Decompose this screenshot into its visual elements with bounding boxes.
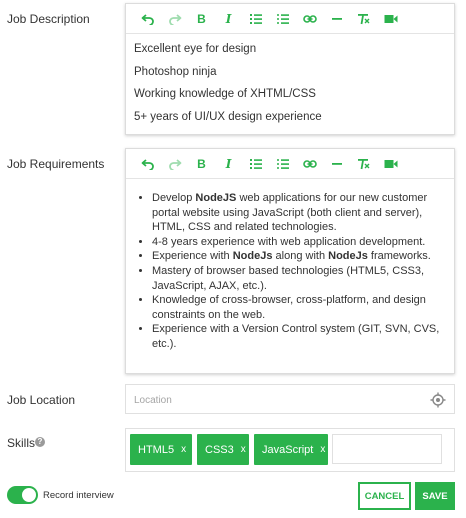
job-requirements-editor[interactable]: B I Develop NodeJS web applications for … [125, 148, 455, 374]
job-location-label: Job Location [7, 393, 76, 407]
ordered-list-icon[interactable] [242, 153, 269, 175]
italic-icon[interactable]: I [215, 153, 242, 175]
locate-icon[interactable] [430, 392, 446, 408]
requirement-item: 4-8 years experience with web applicatio… [152, 235, 444, 250]
remove-skill-icon[interactable]: x [241, 444, 246, 455]
requirements-list: Develop NodeJS web applications for our … [136, 191, 444, 352]
bold-icon[interactable]: B [188, 8, 215, 30]
editor-toolbar: B I [126, 4, 454, 34]
requirement-text: Experience with a Version Control system… [152, 323, 440, 350]
requirement-bold-text: NodeJS [195, 192, 237, 204]
requirement-bold-text: NodeJs [328, 250, 368, 263]
bullet-list-icon[interactable] [269, 153, 296, 175]
redo-icon[interactable] [161, 8, 188, 30]
job-requirements-label: Job Requirements [7, 157, 105, 171]
requirement-item: Experience with NodeJs along with NodeJs… [152, 249, 444, 264]
location-field-container [125, 384, 455, 415]
requirement-bold-text: NodeJs [232, 250, 273, 263]
undo-icon[interactable] [134, 153, 161, 175]
requirement-text: Mastery of browser based technologies (H… [152, 264, 425, 292]
bold-icon[interactable]: B [188, 153, 215, 175]
skills-field: HTML5 x CSS3 x JavaScript x [125, 428, 455, 472]
help-icon[interactable]: ? [35, 437, 45, 447]
description-line: Working knowledge of XHTML/CSS [134, 88, 316, 100]
remove-skill-icon[interactable]: x [320, 444, 325, 455]
requirement-item: Experience with a Version Control system… [152, 322, 444, 351]
redo-icon[interactable] [161, 153, 188, 175]
job-requirements-content[interactable]: Develop NodeJS web applications for our … [126, 179, 454, 352]
skill-chip-label: CSS3 [205, 443, 234, 456]
requirement-item: Knowledge of cross-browser, cross-platfo… [152, 293, 444, 322]
horizontal-rule-icon[interactable] [323, 153, 350, 175]
ordered-list-icon[interactable] [242, 8, 269, 30]
description-line: 5+ years of UI/UX design experience [134, 110, 322, 123]
requirement-text: Develop [152, 192, 196, 204]
undo-icon[interactable] [134, 8, 161, 30]
skill-chip: HTML5 x [130, 434, 192, 465]
skill-chip-label: HTML5 [138, 443, 175, 456]
video-icon[interactable] [377, 8, 404, 30]
clear-format-icon[interactable] [350, 153, 377, 175]
requirement-item: Mastery of browser based technologies (H… [152, 264, 444, 293]
skill-chip: CSS3 x [197, 434, 249, 465]
clear-format-icon[interactable] [350, 8, 377, 30]
requirement-text: 4-8 years experience with web applicatio… [152, 235, 426, 248]
bullet-list-icon[interactable] [269, 8, 296, 30]
job-description-editor[interactable]: B I Excellent eye for design Photoshop n… [125, 3, 455, 135]
requirement-text: Experience with [152, 250, 233, 263]
requirement-text: frameworks. [367, 250, 431, 263]
location-input[interactable] [126, 385, 426, 415]
cancel-button[interactable]: CANCEL [358, 482, 411, 510]
editor-toolbar: B I [126, 149, 454, 179]
record-interview-label: Record interview [43, 490, 114, 501]
requirement-text: Knowledge of cross-browser, cross-platfo… [152, 294, 426, 321]
description-line: Excellent eye for design [134, 43, 257, 55]
description-line: Photoshop ninja [134, 65, 217, 78]
job-description-content[interactable]: Excellent eye for design Photoshop ninja… [126, 34, 454, 128]
horizontal-rule-icon[interactable] [323, 8, 350, 30]
skill-chip: JavaScript x [254, 434, 328, 465]
remove-skill-icon[interactable]: x [181, 444, 186, 455]
requirement-item: Develop NodeJS web applications for our … [152, 191, 444, 235]
skills-input[interactable] [332, 434, 442, 464]
video-icon[interactable] [377, 153, 404, 175]
link-icon[interactable] [296, 153, 323, 175]
toggle-knob [22, 488, 36, 502]
link-icon[interactable] [296, 8, 323, 30]
skills-label: Skills [7, 436, 36, 450]
requirement-text: along with [272, 250, 329, 263]
save-button[interactable]: SAVE [415, 482, 455, 510]
job-description-label: Job Description [7, 12, 90, 26]
record-interview-toggle[interactable] [7, 486, 38, 504]
italic-icon[interactable]: I [215, 8, 242, 30]
skill-chip-label: JavaScript [262, 443, 314, 456]
